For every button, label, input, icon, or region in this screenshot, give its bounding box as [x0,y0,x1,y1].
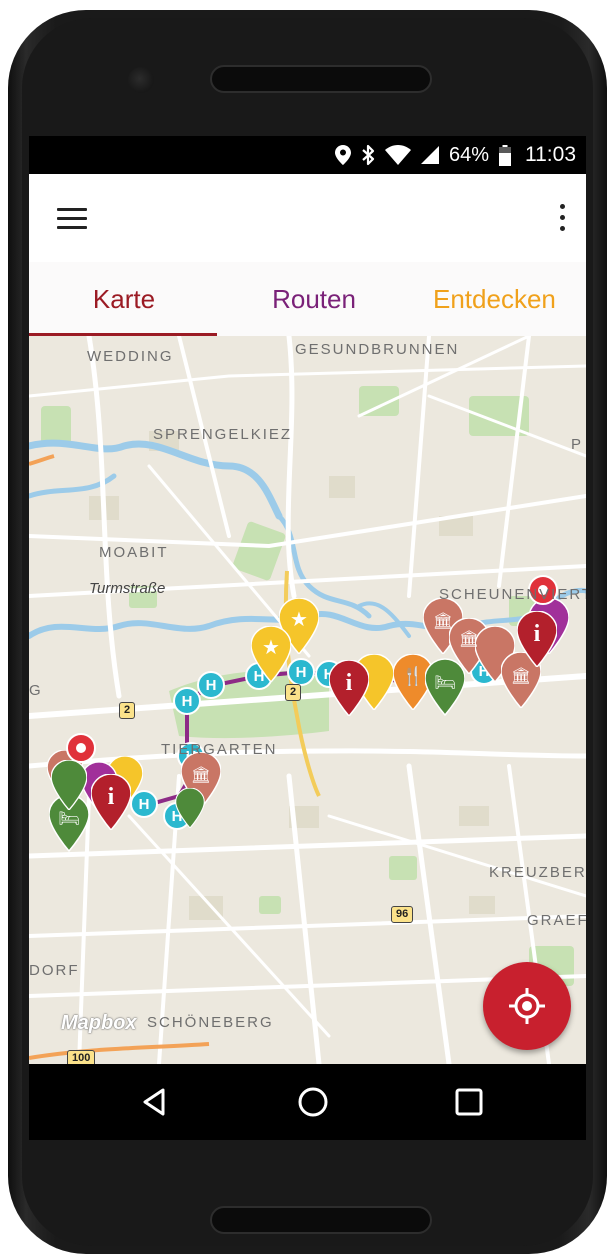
my-location-button[interactable] [483,962,571,1050]
svg-text:🍴: 🍴 [402,665,424,687]
tab-karte[interactable]: Karte [29,262,219,336]
road-shield-100: 100 [67,1050,96,1064]
recents-icon[interactable] [451,1084,487,1120]
map-label-kreuzberg: KREUZBER [489,864,586,881]
menu-icon[interactable] [57,208,87,230]
map-label-dorf: DORF [29,962,80,979]
top-speaker [210,65,432,93]
location-icon [334,145,351,165]
map-label-moabit: MOABIT [99,544,169,561]
svg-text:🛏: 🛏 [58,809,80,829]
svg-text:★: ★ [262,635,280,659]
back-icon[interactable] [137,1084,173,1120]
map-label-scheunenviertel: SCHEUNENVIERTEL [439,586,586,603]
clock: 11:03 [525,143,576,166]
road-shield-2a: 2 [119,702,136,719]
my-location-icon [509,988,545,1024]
road-shield-96: 96 [391,906,414,923]
svg-text:🛏: 🛏 [434,673,456,693]
map-label-tiergarten: TIERGARTEN [161,741,278,758]
svg-text:🏛: 🏛 [433,611,453,630]
status-bar: 64% 11:03 [29,136,586,174]
wifi-icon [384,145,411,165]
svg-text:i: i [346,670,353,696]
home-icon[interactable] [295,1084,331,1120]
tab-entdecken[interactable]: Entdecken [409,262,586,336]
mapbox-logo[interactable]: Mapbox [61,1012,137,1035]
svg-text:H: H [206,677,217,694]
battery-percent: 64% [448,143,489,166]
app-bar [29,174,586,262]
svg-text:i: i [108,784,115,810]
map-label-turmstrasse: Turmstraße [89,580,166,597]
battery-icon [499,144,511,166]
map-label-wedding: WEDDING [87,348,174,365]
bluetooth-icon [362,144,375,166]
map-label-p: P [571,436,584,453]
front-camera [128,67,154,93]
svg-text:H: H [139,796,150,813]
tab-bar: Karte Routen Entdecken [29,262,586,336]
map-label-schoeneberg: SCHÖNEBERG [147,1014,274,1031]
map-canvas: HHH HHH HHH H ★ ★ [29,336,586,1064]
more-vert-icon[interactable] [556,204,568,234]
svg-text:🏛: 🏛 [191,765,211,784]
road-shield-2b: 2 [285,684,302,701]
bottom-speaker [210,1206,432,1234]
svg-text:H: H [182,693,193,710]
system-nav-bar [29,1064,586,1140]
svg-text:🏛: 🏛 [459,629,479,648]
phone-screen: 64% 11:03 Karte Routen Entdecken H H H H… [29,136,586,1140]
signal-icon [420,146,439,164]
map-label-graefe: GRAEFE [527,912,586,929]
map-label-g: G [29,682,43,699]
map-label-gesundbrunnen: GESUNDBRUNNEN [295,341,460,358]
tab-routen[interactable]: Routen [219,262,409,336]
map-label-sprengelkiez: SPRENGELKIEZ [153,426,293,443]
svg-text:★: ★ [290,607,308,631]
svg-text:🏛: 🏛 [511,666,531,685]
map-view[interactable]: HHH HHH HHH H ★ ★ [29,336,586,1064]
svg-text:H: H [296,664,307,681]
svg-text:i: i [534,621,541,647]
